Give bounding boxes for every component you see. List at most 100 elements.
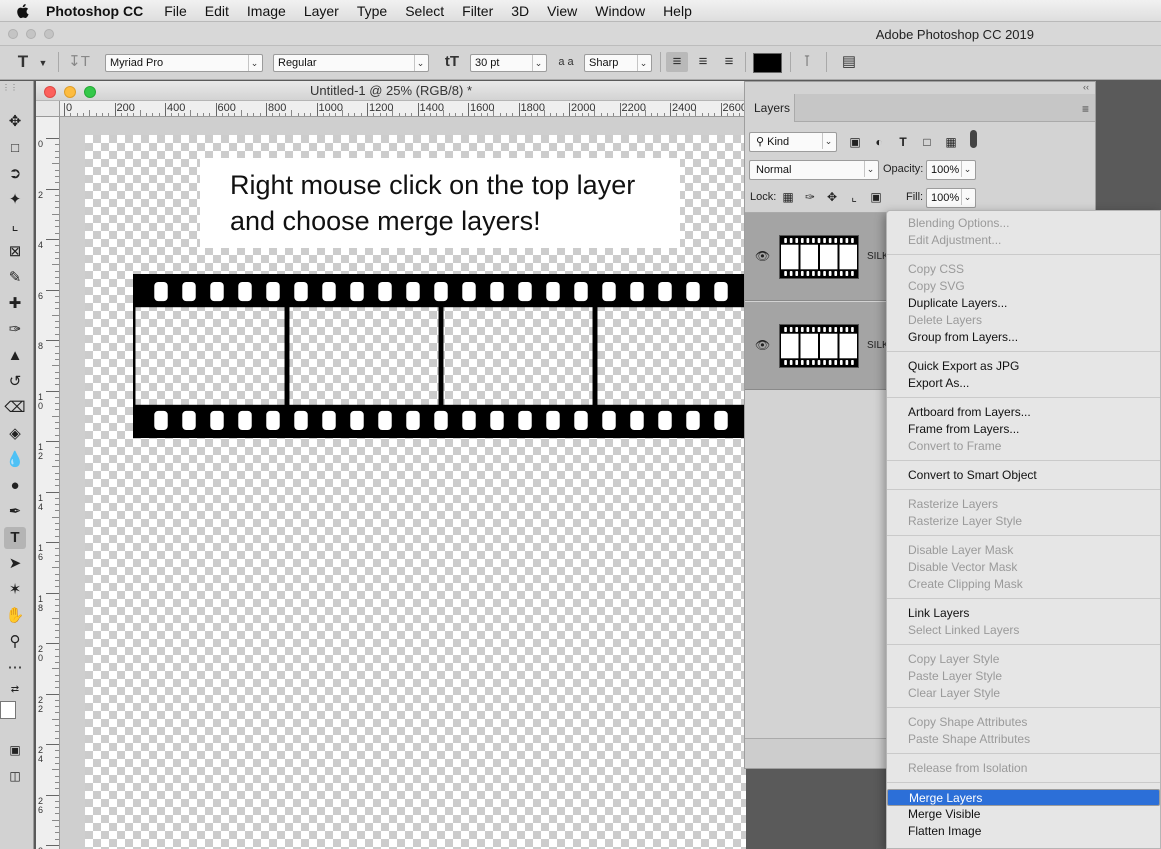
doc-zoom-button[interactable] [84,86,96,98]
window-close-button[interactable] [8,29,18,39]
opacity-input[interactable]: 100% ⌄ [926,160,976,180]
font-style-select[interactable]: Regular ⌄ [273,54,429,72]
text-color-swatch[interactable] [753,53,782,73]
menu-item-frame-from-layers[interactable]: Frame from Layers... [887,421,1160,438]
collapse-panel-icon[interactable]: ‹‹ [1083,82,1089,92]
blend-mode-select[interactable]: Normal ⌄ [749,160,879,180]
move-tool-icon[interactable]: ✥ [4,111,26,133]
filter-toggle-icon[interactable] [965,130,983,148]
align-center-icon[interactable]: ≡ [692,52,714,72]
menu-select[interactable]: Select [396,3,453,19]
foreground-color-swatch[interactable] [0,701,16,719]
warp-text-icon[interactable]: ⊺ [796,52,818,72]
menu-item-link-layers[interactable]: Link Layers [887,605,1160,622]
dodge-tool-icon[interactable]: ● [4,475,26,497]
align-left-icon[interactable]: ≡ [666,52,688,72]
doc-minimize-button[interactable] [64,86,76,98]
ruler-label: 2000 [571,102,596,114]
menu-filter[interactable]: Filter [453,3,502,19]
vertical-ruler[interactable]: 024681 01 21 41 61 82 02 22 42 62 8 [36,117,60,849]
filter-pixel-icon[interactable]: ▣ [846,133,864,151]
apple-icon[interactable] [14,2,32,20]
window-minimize-button[interactable] [26,29,36,39]
filter-type-icon[interactable]: T [894,133,912,151]
lock-all-icon[interactable]: ▣ [867,188,885,206]
menu-item-quick-export-as-jpg[interactable]: Quick Export as JPG [887,358,1160,375]
history-brush-tool-icon[interactable]: ↺ [4,371,26,393]
opacity-label: Opacity: [883,163,924,175]
type-tool-icon[interactable]: T [4,527,26,549]
menu-image[interactable]: Image [238,3,295,19]
document-title-bar: Untitled-1 @ 25% (RGB/8) * [36,81,746,101]
character-panel-icon[interactable]: ▤ [838,52,860,72]
type-tool-preset-icon[interactable]: T [12,52,34,72]
menu-view[interactable]: View [538,3,586,19]
ruler-origin[interactable] [36,101,60,117]
canvas-area[interactable]: Right mouse click on the top layer and c… [60,117,746,849]
menu-item-merge-layers[interactable]: Merge Layers [887,789,1160,806]
document-window: Untitled-1 @ 25% (RGB/8) * 0 200 400 600 800… [36,81,746,849]
menu-app-name[interactable]: Photoshop CC [46,3,155,19]
menu-layer[interactable]: Layer [295,3,348,19]
swap-colors-icon[interactable]: ⇄ [4,679,26,701]
lock-image-icon[interactable]: ✑ [801,188,819,206]
menu-edit[interactable]: Edit [196,3,238,19]
crop-tool-icon[interactable]: ⌞ [4,215,26,237]
menu-item-convert-to-smart-object[interactable]: Convert to Smart Object [887,467,1160,484]
fill-input[interactable]: 100% ⌄ [926,188,976,208]
menu-help[interactable]: Help [654,3,701,19]
align-right-icon[interactable]: ≡ [718,52,740,72]
text-color-fill [754,54,781,72]
quick-mask-icon[interactable]: ▣ [4,739,26,761]
lock-transparent-icon[interactable]: ▦ [779,188,797,206]
eyedropper-tool-icon[interactable]: ✎ [4,267,26,289]
chevron-down-icon[interactable]: ▼ [32,53,54,73]
lasso-tool-icon[interactable]: ➲ [4,163,26,185]
zoom-tool-icon[interactable]: ⚲ [4,631,26,653]
pen-tool-icon[interactable]: ✒ [4,501,26,523]
healing-brush-tool-icon[interactable]: ✚ [4,293,26,315]
path-selection-tool-icon[interactable]: ➤ [4,553,26,575]
menu-item-export-as[interactable]: Export As... [887,375,1160,392]
paint-bucket-tool-icon[interactable]: ◈ [4,423,26,445]
magic-wand-tool-icon[interactable]: ✦ [4,189,26,211]
eye-icon[interactable]: 👁 [755,338,770,352]
hand-tool-icon[interactable]: ✋ [4,605,26,627]
frame-tool-icon[interactable]: ⊠ [4,241,26,263]
more-tools-icon[interactable]: ⋯ [4,657,26,679]
antialias-select[interactable]: Sharp ⌄ [584,54,652,72]
blur-tool-icon[interactable]: 💧 [4,449,26,471]
doc-close-button[interactable] [44,86,56,98]
menu-window[interactable]: Window [586,3,654,19]
window-zoom-button[interactable] [44,29,54,39]
filter-smart-object-icon[interactable]: ▦ [942,133,960,151]
tab-layers[interactable]: Layers [745,94,795,122]
filter-shape-icon[interactable]: □ [918,133,936,151]
menu-item-flatten-image[interactable]: Flatten Image [887,823,1160,840]
lock-artboard-icon[interactable]: ⌞ [845,188,863,206]
panel-menu-icon[interactable]: ≡ [1082,102,1089,116]
menu-item-merge-visible[interactable]: Merge Visible [887,806,1160,823]
brush-tool-icon[interactable]: ✑ [4,319,26,341]
lock-position-icon[interactable]: ✥ [823,188,841,206]
document-canvas[interactable]: Right mouse click on the top layer and c… [85,135,746,849]
ruler-label: 4 [38,240,44,250]
marquee-tool-icon[interactable]: □ [4,137,26,159]
filter-adjustment-icon[interactable]: ◐ [870,133,888,151]
text-orientation-icon[interactable]: ↧T [68,52,90,72]
horizontal-ruler[interactable]: 0 200 400 600 800 1000 1200 1400 1600 1800 2000 220… [60,101,746,117]
custom-shape-tool-icon[interactable]: ✶ [4,579,26,601]
eye-icon[interactable]: 👁 [755,249,770,263]
screen-mode-icon[interactable]: ◫ [4,765,26,787]
eraser-tool-icon[interactable]: ⌫ [4,397,26,419]
menu-type[interactable]: Type [348,3,396,19]
font-size-select[interactable]: 30 pt ⌄ [470,54,547,72]
font-family-select[interactable]: Myriad Pro ⌄ [105,54,263,72]
clone-stamp-tool-icon[interactable]: ▲ [4,345,26,367]
menu-file[interactable]: File [155,3,196,19]
menu-item-duplicate-layers[interactable]: Duplicate Layers... [887,295,1160,312]
menu-item-artboard-from-layers[interactable]: Artboard from Layers... [887,404,1160,421]
menu-3d[interactable]: 3D [502,3,538,19]
layer-filter-select[interactable]: ⚲ Kind ⌄ [749,132,837,152]
menu-item-group-from-layers[interactable]: Group from Layers... [887,329,1160,346]
